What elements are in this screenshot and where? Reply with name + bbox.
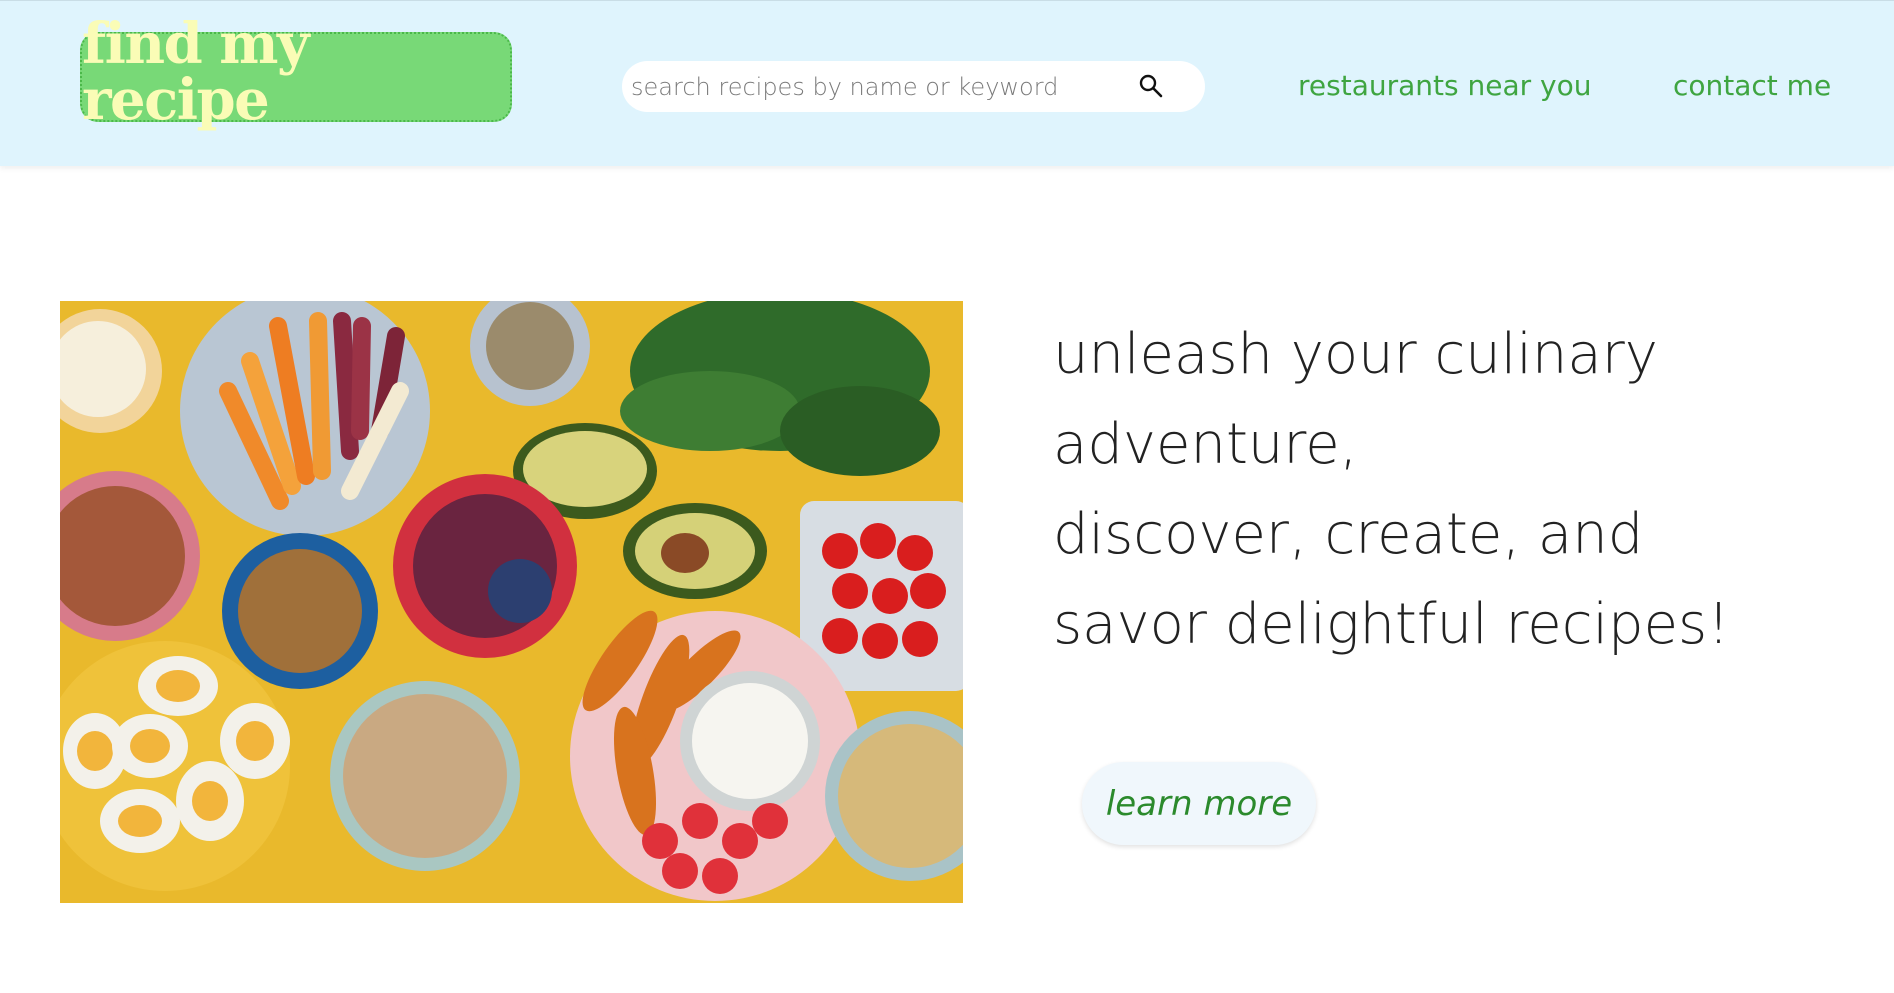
- logo-text: find my recipe: [82, 11, 310, 133]
- headline-line: savor delightful recipes!: [1053, 592, 1730, 657]
- search-bar: [622, 61, 1205, 112]
- nav-link-restaurants[interactable]: restaurants near you: [1298, 69, 1591, 102]
- food-illustration: [60, 301, 963, 903]
- learn-more-button[interactable]: learn more: [1082, 762, 1316, 845]
- headline-line: unleash your culinary: [1053, 322, 1658, 387]
- search-icon[interactable]: [1138, 73, 1164, 99]
- site-header: find my recipe restaurants near you cont…: [0, 0, 1894, 166]
- hero-headline: unleash your culinary adventure, discove…: [1053, 310, 1853, 670]
- search-input[interactable]: [631, 72, 1101, 101]
- headline-line: adventure,: [1053, 412, 1358, 477]
- nav-link-contact[interactable]: contact me: [1673, 69, 1831, 102]
- logo[interactable]: find my recipe: [80, 16, 512, 128]
- headline-line: discover, create, and: [1053, 502, 1644, 567]
- hero-food-image: [60, 301, 963, 903]
